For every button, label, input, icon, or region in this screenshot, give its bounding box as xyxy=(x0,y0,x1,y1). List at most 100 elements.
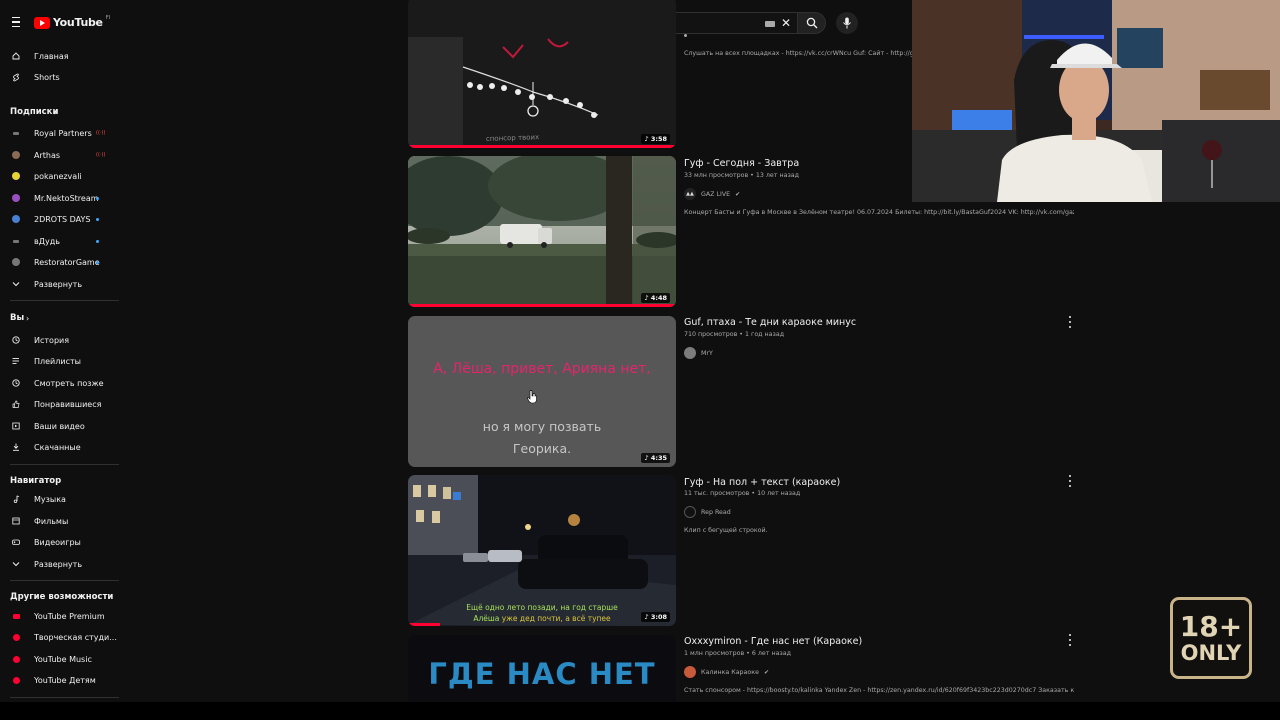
duration-text: 3:58 xyxy=(650,135,667,143)
history-icon xyxy=(12,336,20,344)
thumbs-up-icon xyxy=(12,400,20,408)
more-actions-icon[interactable] xyxy=(1066,316,1074,328)
youtube-logo[interactable]: YouTube FI xyxy=(34,14,111,29)
channel-avatar xyxy=(12,129,20,137)
channel-link[interactable]: Калинка Караоке ✔ xyxy=(684,666,769,678)
sidebar-item-label: Музыка xyxy=(34,494,66,504)
sidebar-item-subscription[interactable]: Mr.NektoStream xyxy=(10,189,120,207)
watch-progress-bar xyxy=(408,623,441,626)
video-thumbnail[interactable]: ♪ 4:48 xyxy=(408,156,676,307)
sidebar-item-downloads[interactable]: Скачанные xyxy=(10,438,120,456)
video-title[interactable]: Гуф - На пол + текст (караоке) xyxy=(684,477,840,488)
more-actions-icon[interactable] xyxy=(1066,475,1074,487)
sidebar-item-history[interactable]: История xyxy=(10,331,120,349)
sidebar-item-subscription[interactable]: pokanezvali xyxy=(10,167,120,185)
section-heading: Вы xyxy=(10,313,25,323)
sidebar-expand-subscriptions[interactable]: Развернуть xyxy=(10,275,120,293)
video-metadata: 11 тыс. просмотров • 10 лет назад xyxy=(684,490,801,497)
sidebar-item-label: YouTube Детям xyxy=(34,675,96,685)
new-content-dot xyxy=(96,196,99,200)
chevron-right-icon: › xyxy=(54,107,58,117)
video-thumbnail[interactable]: Ещё одно лето позади, на год старше Алёш… xyxy=(408,475,676,626)
sidebar-item-label: Фильмы xyxy=(34,516,69,526)
film-icon xyxy=(12,517,20,525)
video-metadata: 33 млн просмотров • 13 лет назад xyxy=(684,172,800,179)
youtube-play-icon xyxy=(34,16,50,29)
more-actions-icon[interactable] xyxy=(1066,634,1074,646)
sidebar-item-shorts[interactable]: Shorts xyxy=(10,68,120,86)
channel-avatar xyxy=(684,347,696,359)
sidebar-item-youtube-premium[interactable]: YouTube Premium xyxy=(10,607,120,625)
sidebar-more-header: Другие возможности xyxy=(10,588,120,606)
channel-avatar: ▲▲ xyxy=(684,188,696,200)
sidebar-item-label: Скачанные xyxy=(34,442,81,452)
sidebar-item-label: Развернуть xyxy=(34,559,83,569)
sidebar-item-subscription[interactable]: Arthas ((·)) xyxy=(10,146,120,164)
sidebar-item-youtube-music[interactable]: YouTube Music xyxy=(10,650,120,668)
sidebar-item-music[interactable]: Музыка xyxy=(10,490,120,508)
sidebar-item-liked[interactable]: Понравившиеся xyxy=(10,395,120,413)
section-heading: Навигатор xyxy=(10,476,62,486)
channel-link[interactable]: Rep Read xyxy=(684,506,731,518)
menu-icon[interactable] xyxy=(12,17,20,27)
channel-avatar xyxy=(12,172,20,180)
sidebar-item-label: 2DROTS DAYS xyxy=(34,214,91,224)
video-title[interactable]: Oxxxymiron - Где нас нет (Караоке) xyxy=(684,636,862,647)
video-title[interactable]: Guf, птаха - Те дни караоке минус xyxy=(684,317,856,328)
watch-progress-bar xyxy=(408,304,676,307)
new-content-dot xyxy=(96,217,99,221)
video-metadata: 710 просмотров • 1 год назад xyxy=(684,331,785,338)
sidebar-item-label: Ваши видео xyxy=(34,421,85,431)
lyrics-next-line: но я могу позвать Георика. xyxy=(482,419,602,456)
channel-link[interactable]: MrY xyxy=(684,347,713,359)
home-icon xyxy=(12,52,20,60)
channel-name: Калинка Караоке xyxy=(701,668,759,676)
chevron-right-icon: › xyxy=(26,313,30,323)
video-thumbnail[interactable]: ГДЕ НАС НЕТ xyxy=(408,635,676,702)
video-thumbnail[interactable]: А, Лёша, привет, Арияна нет, но я могу п… xyxy=(408,316,676,467)
hand-cursor-icon xyxy=(527,390,537,404)
sidebar-item-gaming[interactable]: Видеоигры xyxy=(10,533,120,551)
logo-country-code: FI xyxy=(105,14,111,21)
sidebar-item-creator-studio[interactable]: Творческая студи... xyxy=(10,628,120,646)
sidebar-item-movies[interactable]: Фильмы xyxy=(10,512,120,530)
verified-check-icon: ✔ xyxy=(735,190,741,198)
channel-avatar xyxy=(12,194,20,202)
sidebar-divider xyxy=(10,464,119,465)
sidebar-item-home[interactable]: Главная xyxy=(10,47,120,65)
sidebar-item-label: Shorts xyxy=(34,72,60,82)
live-indicator-icon: ((·)) xyxy=(96,130,106,136)
video-metadata: 1 млн просмотров • 6 лет назад xyxy=(684,650,791,657)
sidebar-item-subscription[interactable]: 2DROTS DAYS xyxy=(10,210,120,228)
channel-avatar xyxy=(12,215,20,223)
sidebar-item-playlists[interactable]: Плейлисты xyxy=(10,352,120,370)
sidebar-item-label: История xyxy=(34,335,70,345)
thumbnail-art xyxy=(408,156,676,307)
video-title[interactable]: Гуф - Сегодня - Завтра xyxy=(684,158,799,169)
channel-name: MrY xyxy=(701,349,713,357)
sidebar-item-subscription[interactable]: вДудь xyxy=(10,232,120,250)
sidebar-item-label: YouTube Premium xyxy=(34,611,105,621)
sidebar-navigator-header: Навигатор xyxy=(10,472,120,490)
sidebar-item-label: YouTube Music xyxy=(34,654,92,664)
chevron-down-icon xyxy=(12,280,20,288)
video-thumbnail[interactable]: спонсор твоих ♪ 3:58 xyxy=(408,0,676,148)
sidebar-expand-navigator[interactable]: Развернуть xyxy=(10,555,120,573)
logo-text: YouTube xyxy=(53,16,103,29)
section-heading: Другие возможности xyxy=(10,592,114,602)
music-note-icon xyxy=(12,495,20,503)
channel-link[interactable]: ▲▲ GAZ LIVE ✔ xyxy=(684,188,740,200)
sidebar-item-your-videos[interactable]: Ваши видео xyxy=(10,417,120,435)
youtube-kids-icon xyxy=(12,676,20,684)
sidebar-item-label: вДудь xyxy=(34,236,60,246)
sidebar-item-subscription[interactable]: Royal Partners ((·)) xyxy=(10,124,120,142)
sidebar-you-header[interactable]: Вы › xyxy=(10,309,120,327)
sidebar-item-label: RestoratorGame xyxy=(34,257,100,267)
sidebar-item-watch-later[interactable]: Смотреть позже xyxy=(10,374,120,392)
sidebar-item-youtube-kids[interactable]: YouTube Детям xyxy=(10,671,120,689)
sidebar-item-subscription[interactable]: RestoratorGame xyxy=(10,253,120,271)
sidebar-subscriptions-header[interactable]: Подписки › xyxy=(10,103,120,121)
screen-bottom-border xyxy=(0,702,1280,720)
duration-badge: ♪ 3:58 xyxy=(641,134,670,144)
channel-avatar xyxy=(684,34,687,37)
